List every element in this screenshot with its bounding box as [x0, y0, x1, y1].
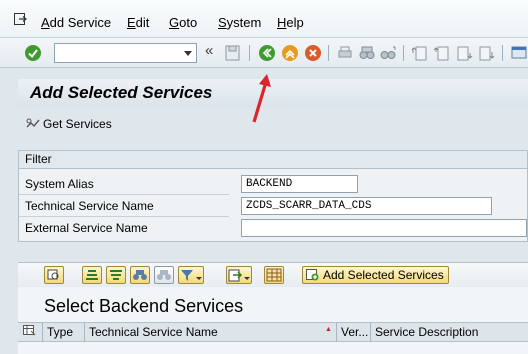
toolbar-separator	[403, 45, 404, 61]
toolbar-separator	[502, 45, 503, 61]
select-all-icon[interactable]	[18, 323, 42, 342]
exit-up-icon[interactable]	[281, 44, 299, 62]
column-version[interactable]: Ver...	[336, 323, 370, 342]
find-next-icon[interactable]	[379, 44, 397, 62]
system-alias-label: System Alias	[25, 177, 94, 191]
layout-grid-icon	[266, 268, 282, 282]
get-services-button[interactable]: Get Services	[26, 117, 112, 131]
find-next-button[interactable]	[154, 266, 174, 284]
grid-header-row: Type Technical Service Name ▲ Ver... Ser…	[18, 322, 528, 342]
exit-icon[interactable]	[14, 13, 27, 25]
find-icon[interactable]	[358, 44, 376, 62]
add-selected-services-label: Add Selected Services	[323, 268, 444, 282]
details-icon	[47, 269, 59, 280]
system-alias-row: System Alias BACKEND	[19, 175, 525, 195]
column-technical-service-name[interactable]: Technical Service Name	[84, 323, 336, 342]
menu-edit[interactable]: Edit	[127, 15, 149, 30]
collapse-chevron-icon[interactable]: «	[205, 42, 213, 59]
filter-group: Filter System Alias BACKEND Technical Se…	[18, 150, 528, 242]
find-button[interactable]	[130, 266, 150, 284]
menu-add-service[interactable]: Add Service	[41, 15, 111, 30]
menu-goto[interactable]: Goto	[169, 15, 197, 30]
sort-descending-button[interactable]	[106, 266, 126, 284]
first-page-icon[interactable]	[411, 44, 429, 62]
toolbar-separator	[249, 45, 250, 61]
red-annotation-arrow-icon	[252, 74, 271, 123]
external-service-name-input[interactable]	[241, 219, 527, 237]
sort-ascending-indicator-icon: ▲	[325, 326, 332, 333]
technical-service-name-input[interactable]: ZCDS_SCARR_DATA_CDS	[241, 197, 492, 215]
technical-service-name-label: Technical Service Name	[25, 199, 154, 213]
sort-descending-icon	[110, 270, 122, 280]
binoculars-next-icon	[157, 270, 171, 280]
page-title: Add Selected Services	[30, 83, 213, 102]
menu-bar: Add Service Edit Goto System Help	[0, 0, 528, 38]
export-button[interactable]	[226, 266, 252, 284]
add-service-icon	[306, 269, 319, 281]
last-page-icon[interactable]	[477, 44, 495, 62]
sort-ascending-icon	[86, 270, 98, 280]
get-services-icon	[26, 118, 40, 128]
column-service-description[interactable]: Service Description	[370, 323, 528, 342]
menu-help[interactable]: Help	[277, 15, 304, 30]
external-service-name-label: External Service Name	[25, 221, 148, 235]
field-divider	[19, 194, 229, 195]
print-icon[interactable]	[336, 44, 354, 62]
menu-system[interactable]: System	[218, 15, 261, 30]
select-all-grid-icon	[23, 325, 36, 336]
system-alias-input[interactable]: BACKEND	[241, 175, 358, 193]
column-type[interactable]: Type	[42, 323, 84, 342]
new-session-icon[interactable]	[510, 44, 528, 62]
filter-heading: Filter	[19, 151, 527, 169]
filter-button[interactable]	[178, 266, 204, 284]
next-page-icon[interactable]	[455, 44, 473, 62]
sort-ascending-button[interactable]	[82, 266, 102, 284]
grid-title: Select Backend Services	[44, 296, 244, 316]
export-icon	[228, 269, 250, 282]
chevron-down-icon[interactable]	[184, 51, 192, 56]
grid-toolbar: Add Selected Services	[18, 263, 528, 287]
field-divider	[19, 216, 229, 217]
back-icon[interactable]	[258, 44, 276, 62]
technical-service-name-row: Technical Service Name ZCDS_SCARR_DATA_C…	[19, 197, 525, 217]
filter-funnel-icon	[181, 270, 202, 281]
cancel-icon[interactable]	[304, 44, 322, 62]
save-icon[interactable]	[224, 44, 242, 62]
binoculars-icon	[133, 270, 147, 280]
command-field[interactable]	[54, 43, 197, 63]
get-services-label: Get Services	[43, 117, 112, 131]
previous-page-icon[interactable]	[433, 44, 451, 62]
toolbar-separator	[328, 45, 329, 61]
enter-icon[interactable]	[24, 44, 42, 62]
external-service-name-row: External Service Name	[25, 219, 527, 237]
details-button[interactable]	[44, 266, 64, 284]
add-selected-services-button[interactable]: Add Selected Services	[302, 266, 449, 284]
layout-button[interactable]	[264, 266, 284, 284]
backend-services-grid: Add Selected Services Select Backend Ser…	[18, 262, 528, 354]
